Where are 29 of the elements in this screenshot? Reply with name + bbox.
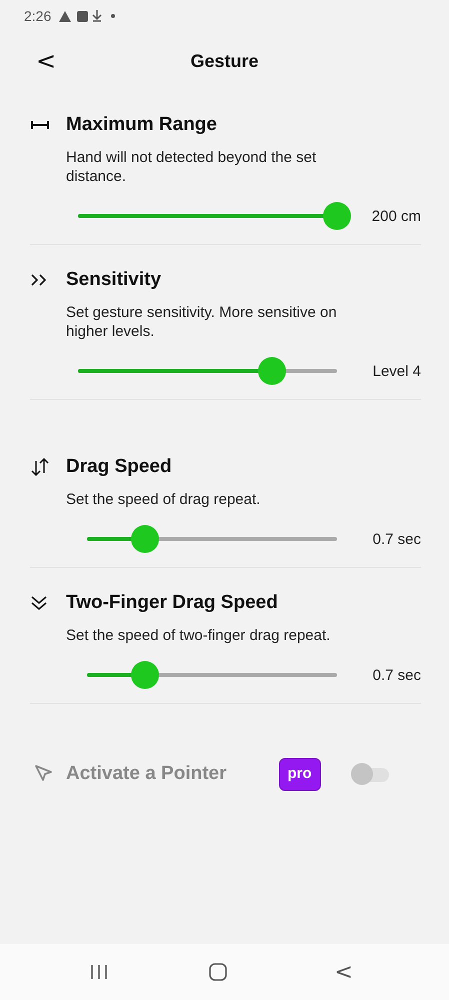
- cursor-icon: [34, 764, 54, 784]
- slider-thumb[interactable]: [323, 202, 351, 230]
- section-description: Set the speed of drag repeat.: [66, 490, 262, 509]
- status-time: 2:26: [24, 8, 52, 24]
- slider-thumb[interactable]: [258, 357, 286, 385]
- section-description: Set gesture sensitivity. More sensitive on higher levels.: [66, 303, 338, 341]
- slider-value: 0.7 sec: [372, 530, 421, 548]
- section-title: Two-Finger Drag Speed: [66, 592, 278, 614]
- home-icon[interactable]: [208, 962, 228, 982]
- section-description: Set the speed of two-finger drag repeat.: [66, 626, 332, 645]
- pro-badge: pro: [278, 758, 321, 790]
- back-button[interactable]: <: [30, 47, 62, 75]
- slider-value: 0.7 sec: [372, 666, 421, 684]
- slider-value: Level 4: [372, 362, 421, 380]
- slider-thumb[interactable]: [130, 661, 158, 689]
- double-chevron-down-icon: [30, 595, 48, 611]
- page-title: Gesture: [190, 50, 259, 72]
- slider-value: 200 cm: [372, 208, 421, 224]
- section-description: Hand will not detected beyond the set distance.: [66, 148, 318, 186]
- setting-title: Activate a Pointer: [66, 763, 226, 785]
- section-title: Maximum Range: [66, 114, 217, 136]
- chevrons-icon: [30, 273, 48, 287]
- up-down-arrows-icon: [30, 458, 50, 476]
- recent-apps-icon[interactable]: [90, 964, 108, 980]
- section-title: Sensitivity: [66, 269, 162, 291]
- back-button[interactable]: <: [328, 960, 359, 984]
- slider-thumb[interactable]: [130, 525, 158, 553]
- range-icon: [30, 120, 50, 130]
- section-title: Drag Speed: [66, 456, 172, 478]
